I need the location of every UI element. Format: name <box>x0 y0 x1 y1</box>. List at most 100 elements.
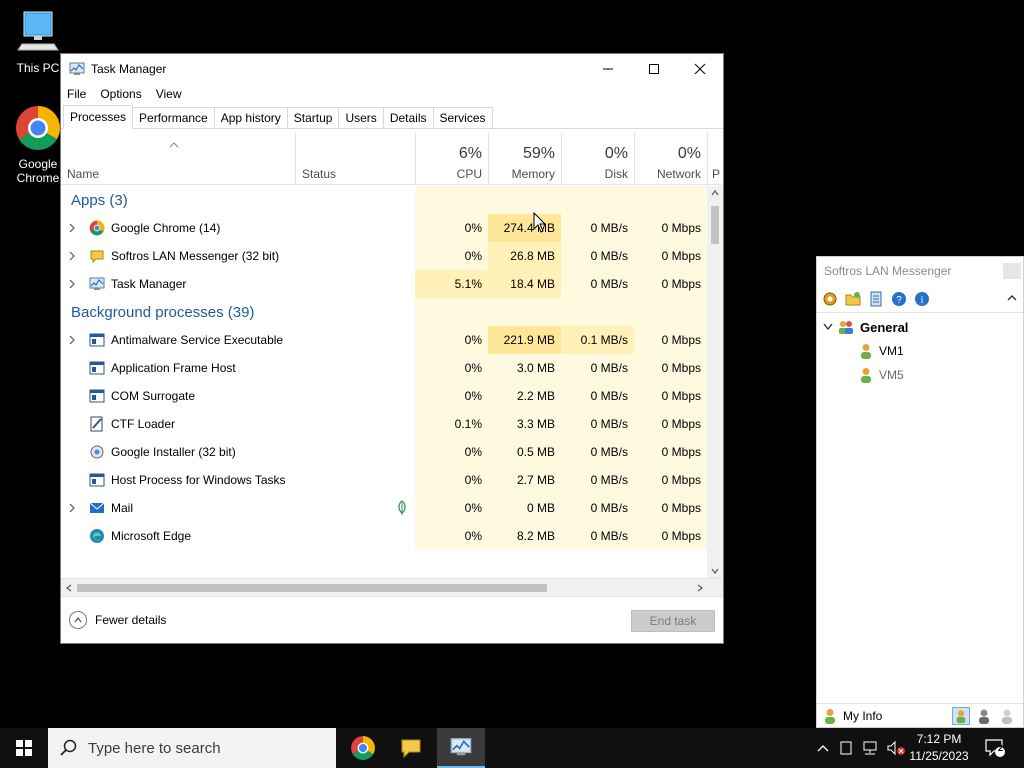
help-icon[interactable]: ? <box>890 290 908 308</box>
action-center-button[interactable]: 2 <box>980 728 1010 768</box>
user-vm1[interactable]: VM1 <box>817 339 1023 363</box>
tray-network-button[interactable] <box>858 728 882 768</box>
table-row[interactable]: CTF Loader 0.1% 3.3 MB 0 MB/s 0 Mbps <box>61 410 707 438</box>
network-cell: 0 Mbps <box>634 242 707 270</box>
menu-options[interactable]: Options <box>100 87 141 101</box>
table-row[interactable]: Mail 0% 0 MB 0 MB/s 0 Mbps <box>61 494 707 522</box>
group-header: Apps (3) <box>61 186 707 214</box>
table-row[interactable]: Host Process for Windows Tasks 0% 2.7 MB 0 … <box>61 466 707 494</box>
tray-overflow-button[interactable] <box>812 728 834 768</box>
chevron-right-icon[interactable] <box>67 279 77 289</box>
lan-messenger-window: Softros LAN Messenger ? i General VM1 VM… <box>816 256 1024 728</box>
chevron-right-icon[interactable] <box>67 335 77 345</box>
horizontal-scrollbar[interactable] <box>61 578 723 596</box>
column-memory[interactable]: 59% Memory <box>488 132 561 185</box>
tab-details[interactable]: Details <box>382 107 434 128</box>
tab-services[interactable]: Services <box>432 107 493 128</box>
fewer-details-button[interactable]: Fewer details <box>69 611 166 629</box>
ctf-icon <box>89 416 105 432</box>
horizontal-scroll-thumb[interactable] <box>77 584 547 592</box>
title-bar[interactable]: Task Manager <box>61 54 723 83</box>
maximize-button[interactable] <box>631 54 677 83</box>
column-cpu[interactable]: 6% CPU <box>415 132 488 185</box>
column-power[interactable]: P <box>707 132 723 185</box>
desktop-icon-google-chrome[interactable]: Google Chrome <box>8 104 68 185</box>
task-manager-icon <box>89 276 105 292</box>
chevron-right-icon[interactable] <box>67 503 77 513</box>
cpu-total: 6% <box>458 145 482 162</box>
status-away-icon[interactable] <box>975 707 993 725</box>
desktop-icon-this-pc[interactable]: This PC <box>8 8 68 75</box>
taskbar-lan-messenger[interactable] <box>387 728 435 768</box>
scroll-right-icon[interactable] <box>697 584 703 592</box>
table-row[interactable]: Application Frame Host 0% 3.0 MB 0 MB/s 0 Mb… <box>61 354 707 382</box>
lan-title-bar[interactable]: Softros LAN Messenger <box>817 257 1023 285</box>
column-status-label: Status <box>302 167 337 181</box>
vertical-scrollbar[interactable] <box>707 186 723 578</box>
table-row[interactable]: COM Surrogate 0% 2.2 MB 0 MB/s 0 Mbps <box>61 382 707 410</box>
suspended-leaf-icon <box>398 500 406 515</box>
settings-gear-icon[interactable] <box>821 290 839 308</box>
cpu-cell: 0% <box>415 382 488 410</box>
lan-window-button[interactable] <box>1003 263 1021 279</box>
table-row[interactable]: Microsoft Edge 0% 8.2 MB 0 MB/s 0 Mbps <box>61 522 707 550</box>
scroll-up-icon[interactable] <box>711 190 719 196</box>
chevron-down-icon[interactable] <box>823 323 833 331</box>
table-row[interactable]: Google Chrome (14) 0% 274.4 MB 0 MB/s 0 Mbps <box>61 214 707 242</box>
disk-cell: 0 MB/s <box>561 494 634 522</box>
memory-cell: 2.2 MB <box>488 382 561 410</box>
vertical-scroll-thumb[interactable] <box>711 206 719 244</box>
table-row[interactable]: Google Installer (32 bit) 0% 0.5 MB 0 MB/s 0… <box>61 438 707 466</box>
status-offline-icon[interactable] <box>998 707 1016 725</box>
end-task-button[interactable]: End task <box>631 610 715 632</box>
chevron-up-icon[interactable] <box>1007 293 1017 303</box>
process-name: Microsoft Edge <box>111 529 192 543</box>
folder-icon[interactable] <box>844 290 862 308</box>
chevron-right-icon[interactable] <box>67 223 77 233</box>
column-network[interactable]: 0% Network <box>634 132 707 185</box>
column-disk[interactable]: 0% Disk <box>561 132 634 185</box>
taskbar-clock[interactable]: 7:12 PM 11/25/2023 <box>906 731 972 765</box>
tab-startup[interactable]: Startup <box>286 107 340 128</box>
taskbar-task-manager[interactable] <box>437 728 485 768</box>
disk-cell: 0 MB/s <box>561 270 634 298</box>
table-row[interactable]: Softros LAN Messenger (32 bit) 0% 26.8 MB 0… <box>61 242 707 270</box>
info-icon[interactable]: i <box>913 290 931 308</box>
tab-processes[interactable]: Processes <box>63 105 134 129</box>
taskbar-chrome[interactable] <box>339 728 387 768</box>
menu-view[interactable]: View <box>156 87 182 101</box>
tab-users[interactable]: Users <box>338 107 384 128</box>
status-online-icon[interactable] <box>952 707 970 725</box>
scroll-left-icon[interactable] <box>66 584 72 592</box>
tablet-icon <box>840 741 852 755</box>
tab-app-history[interactable]: App history <box>213 107 288 128</box>
scroll-down-icon[interactable] <box>711 568 719 574</box>
column-status[interactable]: Status <box>295 132 415 185</box>
cpu-cell: 0.1% <box>415 410 488 438</box>
cpu-cell: 5.1% <box>415 270 488 298</box>
heat-cell-blank <box>415 298 488 326</box>
column-name-label: Name <box>67 167 100 181</box>
user-vm5[interactable]: VM5 <box>817 363 1023 387</box>
tray-volume-button[interactable] <box>884 728 908 768</box>
minimize-button[interactable] <box>585 54 631 83</box>
menu-file[interactable]: File <box>67 87 86 101</box>
disk-cell: 0.1 MB/s <box>561 326 634 354</box>
history-log-icon[interactable] <box>867 290 885 308</box>
disk-cell: 0 MB/s <box>561 410 634 438</box>
chevron-right-icon[interactable] <box>67 251 77 261</box>
cpu-cell: 0% <box>415 522 488 550</box>
process-name: Softros LAN Messenger (32 bit) <box>111 249 280 263</box>
column-header-row: Name Status 6% CPU 59% Memory 0% Disk 0%… <box>61 132 723 185</box>
group-general[interactable]: General <box>817 315 1023 339</box>
my-info-button[interactable]: My Info <box>823 708 882 724</box>
taskbar-search-box[interactable]: Type here to search <box>48 728 336 768</box>
table-row[interactable]: Antimalware Service Executable 0% 221.9 MB… <box>61 326 707 354</box>
column-name[interactable]: Name <box>61 132 295 185</box>
start-button[interactable] <box>0 728 48 768</box>
table-row[interactable]: Task Manager 5.1% 18.4 MB 0 MB/s 0 Mbps <box>61 270 707 298</box>
heat-cell-blank <box>488 186 561 214</box>
tab-performance[interactable]: Performance <box>132 107 215 128</box>
close-button[interactable] <box>677 54 723 83</box>
tray-tablet-icon-button[interactable] <box>836 728 856 768</box>
